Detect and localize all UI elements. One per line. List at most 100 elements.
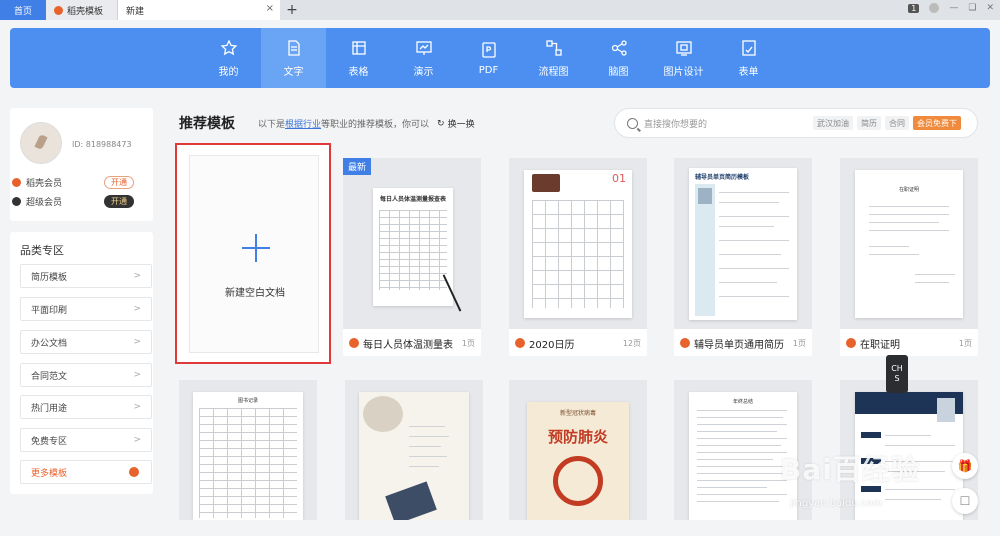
ime-line-1: CH	[891, 364, 903, 373]
tool-form-label: 表单	[738, 66, 759, 78]
tab-new[interactable]: 新建 ×	[118, 0, 280, 20]
category-print[interactable]: 平面印刷 >	[20, 297, 152, 321]
refresh-button[interactable]: ↻ 换一换	[437, 117, 475, 131]
activate-super-button[interactable]: 开通	[104, 195, 134, 208]
tool-presentation[interactable]: 演示	[391, 28, 456, 88]
chevron-right-icon: >	[133, 435, 141, 445]
form-icon	[740, 39, 758, 57]
new-blank-document-card[interactable]: 新建空白文档	[175, 143, 331, 364]
template-caption: 2020日历 12页	[509, 331, 647, 355]
sheet-preview: 图书记录	[193, 392, 303, 520]
template-card[interactable]: 辅导员单页简历模板 辅导员单页通用简历 1页	[674, 158, 812, 356]
template-thumbnail: 在职证明	[840, 158, 978, 329]
tool-flowchart-label: 流程图	[538, 66, 569, 78]
calendar-preview: 01	[524, 170, 632, 318]
category-resume[interactable]: 简历模板 >	[20, 264, 152, 288]
input-method-indicator[interactable]: CH S	[886, 355, 908, 393]
blank-page-preview: 新建空白文档	[189, 155, 319, 353]
page-count: 1页	[461, 338, 475, 348]
member-row-daoke: 稻壳会员 开通	[12, 176, 134, 189]
sheet-grid	[199, 408, 297, 518]
chip-resume[interactable]: 简历	[857, 116, 881, 130]
document-icon	[285, 39, 303, 57]
template-title: 每日人员体温测量表	[363, 339, 453, 351]
subtitle-prefix: 以下是	[258, 120, 286, 130]
plus-icon	[242, 234, 270, 262]
prohibit-sign-image	[553, 456, 603, 506]
more-templates-label: 更多模板	[31, 468, 68, 479]
refresh-icon: ↻	[437, 118, 445, 129]
restore-icon[interactable]: ❑	[968, 3, 976, 13]
tool-spreadsheet[interactable]: 表格	[326, 28, 391, 88]
industry-link[interactable]: 根据行业	[285, 117, 321, 130]
tool-writer-label: 文字	[283, 66, 304, 78]
member-label: 稻壳会员	[26, 179, 63, 189]
daoke-logo-icon	[129, 467, 139, 477]
minimize-icon[interactable]: —	[949, 3, 958, 13]
gift-icon[interactable]: 🎁	[952, 453, 978, 479]
chip-wuhan[interactable]: 武汉加油	[813, 116, 853, 130]
certificate-preview-title: 在职证明	[898, 187, 919, 193]
tool-mindmap[interactable]: 脑图	[586, 28, 651, 88]
category-free[interactable]: 免费专区 >	[20, 428, 152, 452]
template-card[interactable]: 01 2020日历 12页	[509, 158, 647, 356]
ime-line-2: S	[894, 374, 900, 383]
refresh-label: 换一换	[447, 120, 475, 130]
category-popular[interactable]: 热门用途 >	[20, 395, 152, 419]
template-caption: 辅导员单页通用简历 1页	[674, 331, 812, 355]
template-thumbnail: 01	[509, 158, 647, 329]
window-count-badge[interactable]: 1	[908, 3, 920, 13]
category-contract[interactable]: 合同范文 >	[20, 363, 152, 387]
presentation-icon	[415, 39, 433, 57]
template-card[interactable]: 在职证明 在职证明 1页	[840, 158, 978, 356]
tool-image-design[interactable]: 图片设计	[651, 28, 716, 88]
member-row-super: 超级会员 开通	[12, 195, 134, 208]
letter-preview	[359, 392, 469, 520]
template-thumbnail: 新型冠状病毒 预防肺炎	[509, 380, 647, 520]
sheet-preview: 每日人员体温测量报查表	[373, 188, 453, 306]
template-card[interactable]: 每日人员体温测量报查表 最新 每日人员体温测量表 1页	[343, 158, 481, 356]
new-blank-document-label: 新建空白文档	[225, 288, 285, 299]
tool-writer[interactable]: 文字	[261, 28, 326, 88]
category-office[interactable]: 办公文档 >	[20, 330, 152, 354]
tool-pdf[interactable]: PDF	[456, 28, 521, 88]
activate-daoke-button[interactable]: 开通	[104, 176, 134, 189]
tab-home[interactable]: 首页	[0, 0, 46, 20]
category-label: 合同范文	[31, 371, 68, 382]
account-avatar-icon[interactable]	[929, 3, 940, 13]
baidu-watermark-url: jingyan.baidu.com	[790, 498, 883, 509]
template-search[interactable]: 直接搜你想要的 武汉加油 简历 合同 会员免费下	[614, 108, 978, 138]
super-member-icon	[12, 197, 21, 206]
search-input[interactable]: 直接搜你想要的	[644, 117, 707, 130]
resume-photo	[698, 188, 712, 204]
resume-photo	[937, 398, 955, 422]
tool-form[interactable]: 表单	[716, 28, 781, 88]
mindmap-icon	[610, 39, 628, 57]
avatar[interactable]	[20, 122, 62, 164]
poster-title: 预防肺炎	[547, 428, 608, 446]
new-tab-button[interactable]: +	[280, 0, 304, 20]
template-card[interactable]: 新型冠状病毒 预防肺炎	[509, 380, 647, 520]
search-icon	[627, 117, 638, 129]
chevron-right-icon: >	[133, 402, 141, 412]
chevron-right-icon: >	[133, 304, 141, 314]
template-card[interactable]: 图书记录	[179, 380, 317, 520]
summary-preview-title: 年终总结	[732, 399, 753, 405]
chip-contract[interactable]: 合同	[885, 116, 909, 130]
chat-icon[interactable]: ☐	[952, 488, 978, 514]
template-card[interactable]	[345, 380, 483, 520]
template-thumbnail	[345, 380, 483, 520]
close-window-icon[interactable]: ✕	[986, 3, 994, 13]
tool-mine[interactable]: 我的	[196, 28, 261, 88]
daoke-member-icon	[12, 178, 21, 187]
sheet-grid	[379, 210, 447, 290]
tool-flowchart[interactable]: 流程图	[521, 28, 586, 88]
member-label: 超级会员	[26, 198, 63, 208]
member-free-download-button[interactable]: 会员免费下	[913, 116, 961, 130]
tab-daoke-templates[interactable]: 稻壳模板	[46, 0, 118, 20]
baidu-watermark: Bai百经验	[780, 453, 920, 486]
more-templates-link[interactable]: 更多模板	[20, 460, 152, 484]
close-tab-icon[interactable]: ×	[266, 3, 274, 14]
tool-mine-label: 我的	[218, 66, 239, 78]
template-caption: 每日人员体温测量表 1页	[343, 331, 481, 355]
